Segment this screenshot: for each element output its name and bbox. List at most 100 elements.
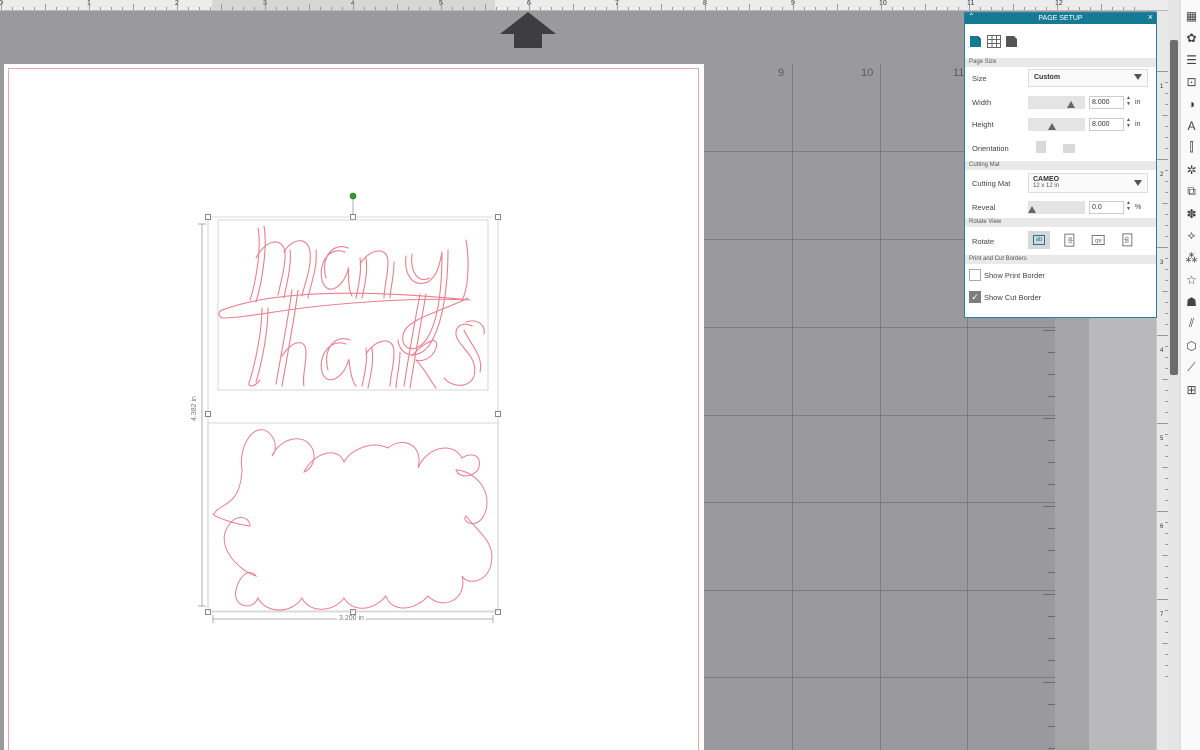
page-size-section: Page Size [965,58,1156,67]
width-input[interactable]: 8.000 [1089,96,1124,109]
cutting-mat-size: 12 x 12 in [1033,183,1060,189]
many-thanks-lettering [218,225,485,389]
rotate-180-button[interactable]: ab [1087,231,1109,249]
show-print-border-checkbox[interactable] [969,269,981,281]
cutting-mat-section: Cutting Mat [965,161,1156,170]
close-icon[interactable]: × [1148,12,1153,22]
library-icon[interactable]: ▦ [1184,8,1199,23]
scrollbar-thumb[interactable] [1170,40,1178,375]
side-ruler: 1 2 3 4 5 6 7 [1156,11,1168,750]
bottom-card-outline [207,422,499,612]
offset-icon[interactable]: ✽ [1184,206,1199,221]
height-input[interactable]: 8.000 [1089,118,1124,131]
library-book-icon[interactable]: ☗ [1184,294,1199,309]
mat-feed-arrow-icon [500,12,556,48]
height-spinner-icon[interactable]: ▲ ▼ [1126,117,1131,129]
width-label: Width [972,98,992,107]
reveal-input[interactable]: 0.0 [1089,201,1124,214]
width-spinner-icon[interactable]: ▲ ▼ [1126,95,1131,107]
align-icon[interactable]: ⫿ [1184,140,1199,155]
show-print-border-label: Show Print Border [984,271,1045,280]
rotate-label: Rotate [972,237,995,246]
mat-column-number: 10 [861,67,874,79]
hatch-icon[interactable]: ⫽ [1184,316,1199,331]
reveal-spinner-icon[interactable]: ▲ ▼ [1126,200,1131,212]
cutting-mat-label: Cutting Mat [972,179,1011,188]
height-slider[interactable] [1028,118,1085,131]
lines-icon[interactable]: ☰ [1184,52,1199,67]
reveal-slider-thumb[interactable] [1028,206,1036,213]
height-slider-thumb[interactable] [1047,123,1056,130]
design-artwork[interactable] [195,190,505,630]
size-label: Size [972,74,987,83]
trace-icon[interactable]: ⟡ [1184,228,1199,243]
width-slider-thumb[interactable] [1067,101,1076,108]
rotate-90-button[interactable]: ab [1058,231,1080,249]
rotate-handle[interactable] [349,192,357,200]
fold-icon[interactable]: ⟋ [1184,360,1199,375]
show-cut-border-label: Show Cut Border [984,293,1042,302]
sparkle-icon[interactable]: ⁂ [1184,250,1199,265]
side-ruler-number: 1 [1160,84,1164,90]
contrast-icon[interactable]: ◑ [1184,96,1199,111]
weld-icon[interactable]: ⬡ [1184,338,1199,353]
transform-icon[interactable]: ⊞ [1184,382,1199,397]
rotate-270-button[interactable]: ab [1116,231,1138,249]
height-label: Height [972,120,994,129]
page-setup-tab-icon[interactable] [969,35,982,48]
side-ruler-number: 3 [1160,260,1164,266]
rotate-0-button[interactable]: ab [1028,231,1050,249]
portrait-icon[interactable] [1036,141,1046,153]
chevron-down-icon [1134,180,1142,186]
size-value: Custom [1034,74,1061,81]
cutting-mat-value: CAMEO [1033,176,1060,183]
cloud-backing-shape [212,429,493,611]
height-unit: in [1135,121,1141,128]
height-dimension-label: 4.382 in [190,396,198,421]
palette-icon[interactable]: ✿ [1184,30,1199,45]
rotate-270-glyph: ab [1122,233,1132,247]
side-ruler-number: 4 [1160,348,1164,354]
replicate-icon[interactable]: ✲ [1184,162,1199,177]
mat-column-number: 11 [953,67,965,79]
reveal-slider[interactable] [1028,201,1085,214]
panel-title: PAGE SETUP [1038,15,1083,22]
side-ruler-number: 6 [1160,524,1164,530]
borders-section: Print and Cut Borders [965,255,1156,264]
modify-icon[interactable]: ⧉ [1184,184,1199,199]
width-dimension-label: 3.200 in [337,615,366,622]
text-icon[interactable]: A [1184,118,1199,133]
reveal-unit: % [1135,204,1142,211]
panel-header: ⌃ PAGE SETUP × [965,12,1156,24]
page-setup-panel: ⌃ PAGE SETUP × Page Size Size Custom Wid… [964,12,1157,318]
rotate-0-glyph: ab [1032,235,1046,245]
show-cut-border-checkbox[interactable]: ✓ [969,291,981,303]
size-dropdown[interactable]: Custom [1028,69,1148,87]
top-card-outline [217,219,489,391]
reveal-label: Reveal [972,203,996,212]
orientation-label: Orientation [972,144,1009,153]
chevron-down-icon [1134,74,1142,80]
rotate-90-glyph: ab [1064,233,1074,247]
top-ruler: 0123456789101112 [0,0,1168,11]
rotate-180-glyph: ab [1091,235,1105,245]
landscape-icon[interactable] [1063,144,1075,153]
right-toolbar: ▦ ✿ ☰ ⊡ ◑ A ⫿ ✲ ⧉ ✽ ⟡ ⁂ ☆ ☗ ⫽ ⬡ ⟋ ⊞ [1180,0,1200,750]
grid-tab-icon[interactable] [987,34,1001,48]
side-ruler-number: 5 [1160,436,1164,442]
side-ruler-number: 2 [1160,172,1164,178]
side-ruler-number: 7 [1160,612,1164,618]
height-dimension-line [198,223,206,607]
star-icon[interactable]: ☆ [1184,272,1199,287]
panel-tabs [965,24,1156,58]
width-slider[interactable] [1028,96,1085,109]
collapse-icon[interactable]: ⌃ [968,12,975,21]
selection-box[interactable] [205,192,501,615]
width-unit: in [1135,99,1141,106]
transparency-tab-icon[interactable] [1005,35,1018,48]
rotate-view-section: Rotate View [965,218,1156,227]
vertical-scrollbar[interactable] [1168,0,1180,750]
pixscan-icon[interactable]: ⊡ [1184,74,1199,89]
cutting-mat-dropdown[interactable]: CAMEO 12 x 12 in [1028,173,1148,193]
mat-column-number: 9 [778,67,785,79]
